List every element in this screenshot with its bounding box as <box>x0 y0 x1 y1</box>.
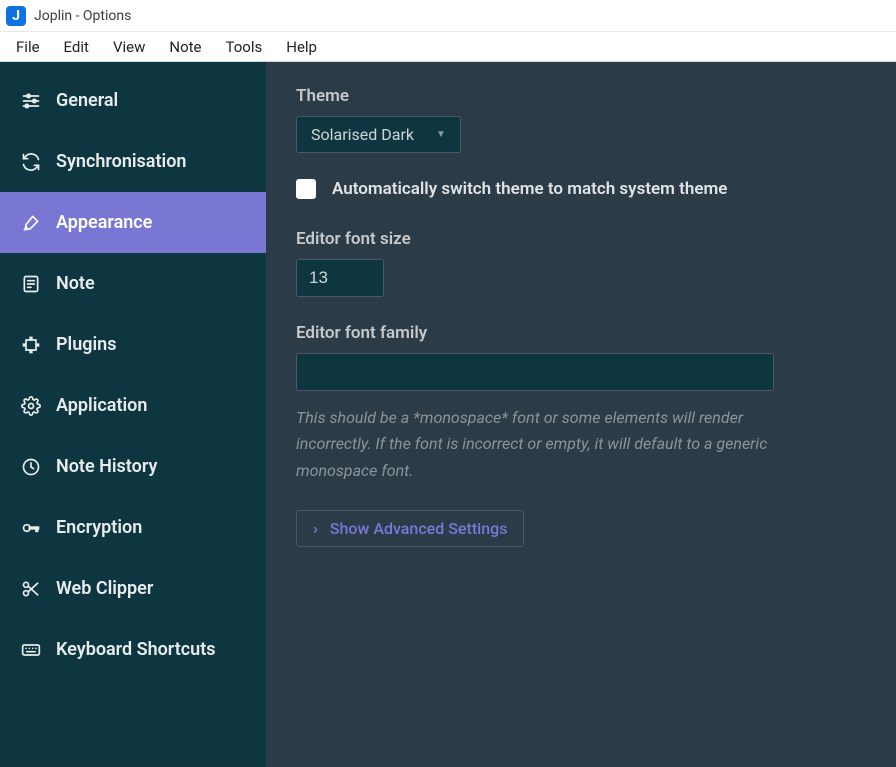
sidebar-item-label: Encryption <box>56 517 142 538</box>
menu-edit[interactable]: Edit <box>52 34 101 60</box>
sidebar-item-encryption[interactable]: Encryption <box>0 497 266 558</box>
font-family-help: This should be a *monospace* font or som… <box>296 405 776 484</box>
sidebar-item-label: Appearance <box>56 212 152 233</box>
sidebar-item-label: Application <box>56 395 147 416</box>
sidebar-item-label: Web Clipper <box>56 578 153 599</box>
sidebar-item-application[interactable]: Application <box>0 375 266 436</box>
sidebar-item-label: Note History <box>56 456 157 477</box>
gear-icon <box>20 395 42 417</box>
menu-help[interactable]: Help <box>274 34 329 60</box>
app-icon-letter: J <box>12 8 20 24</box>
brush-icon <box>20 212 42 234</box>
note-icon <box>20 273 42 295</box>
sidebar-item-keyboard-shortcuts[interactable]: Keyboard Shortcuts <box>0 619 266 680</box>
history-icon <box>20 456 42 478</box>
menu-file[interactable]: File <box>4 34 52 60</box>
app-icon: J <box>6 6 26 26</box>
key-icon <box>20 517 42 539</box>
sidebar-item-label: Plugins <box>56 334 117 355</box>
sidebar-item-general[interactable]: General <box>0 70 266 131</box>
titlebar: J Joplin - Options <box>0 0 896 32</box>
show-advanced-button[interactable]: › Show Advanced Settings <box>296 510 524 547</box>
show-advanced-label: Show Advanced Settings <box>330 519 508 538</box>
sidebar-item-appearance[interactable]: Appearance <box>0 192 266 253</box>
theme-select[interactable]: Solarised Dark ▼ <box>296 116 461 153</box>
sidebar: General Synchronisation Appearance <box>0 62 266 767</box>
sidebar-item-label: Keyboard Shortcuts <box>56 639 216 660</box>
font-family-label: Editor font family <box>296 323 866 343</box>
settings-panel: Theme Solarised Dark ▼ Automatically swi… <box>266 62 896 767</box>
menu-note[interactable]: Note <box>157 34 213 60</box>
menu-view[interactable]: View <box>101 34 157 60</box>
sidebar-item-label: Synchronisation <box>56 151 186 172</box>
window-title: Joplin - Options <box>34 8 131 24</box>
sidebar-item-label: Note <box>56 273 95 294</box>
sidebar-item-note-history[interactable]: Note History <box>0 436 266 497</box>
theme-label: Theme <box>296 86 866 106</box>
puzzle-icon <box>20 334 42 356</box>
chevron-down-icon: ▼ <box>436 129 446 140</box>
sidebar-item-synchronisation[interactable]: Synchronisation <box>0 131 266 192</box>
menubar: File Edit View Note Tools Help <box>0 32 896 62</box>
chevron-right-icon: › <box>313 519 318 538</box>
sidebar-item-plugins[interactable]: Plugins <box>0 314 266 375</box>
sidebar-item-note[interactable]: Note <box>0 253 266 314</box>
keyboard-icon <box>20 639 42 661</box>
menu-tools[interactable]: Tools <box>214 34 275 60</box>
sidebar-item-label: General <box>56 90 118 111</box>
font-family-input[interactable] <box>296 353 774 391</box>
theme-select-value: Solarised Dark <box>311 125 414 144</box>
scissors-icon <box>20 578 42 600</box>
auto-theme-checkbox[interactable] <box>296 179 316 199</box>
sidebar-item-web-clipper[interactable]: Web Clipper <box>0 558 266 619</box>
auto-theme-label: Automatically switch theme to match syst… <box>332 179 727 199</box>
sliders-icon <box>20 90 42 112</box>
font-size-input[interactable] <box>296 259 384 297</box>
font-size-label: Editor font size <box>296 229 866 249</box>
sync-icon <box>20 151 42 173</box>
